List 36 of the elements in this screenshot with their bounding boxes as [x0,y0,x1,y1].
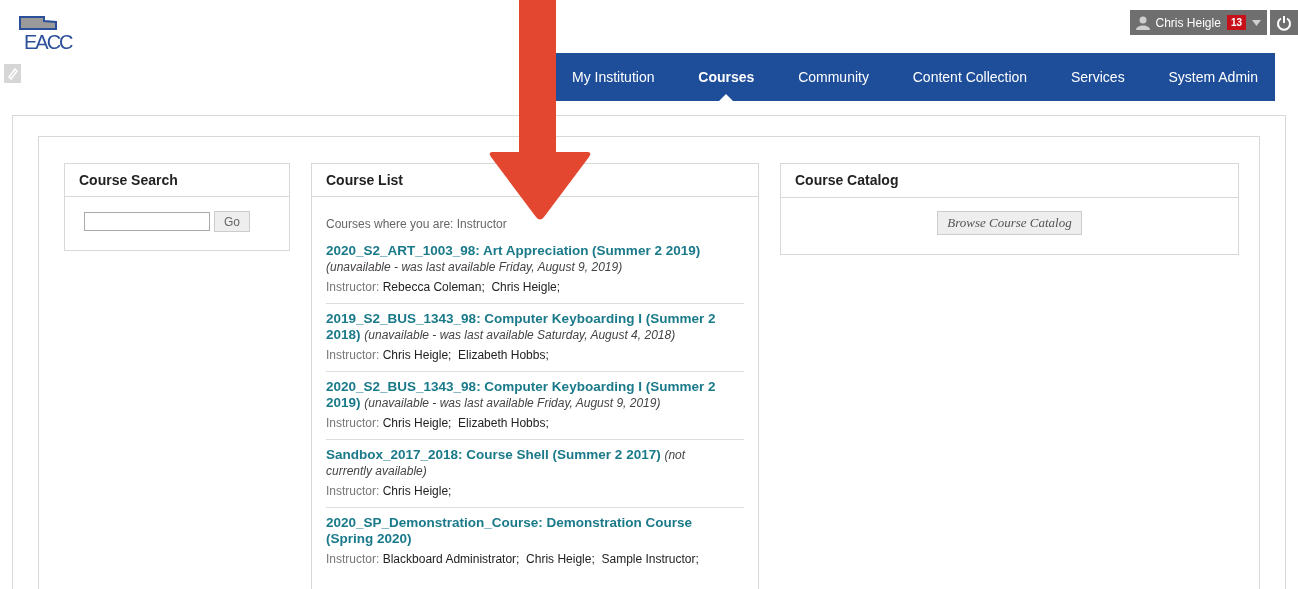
module-title: Course Catalog [781,164,1238,198]
user-name: Chris Heigle [1155,14,1221,32]
user-icon [1135,15,1150,30]
nav-tab[interactable]: Services [1055,53,1140,101]
user-menu[interactable]: Chris Heigle 13 [1129,10,1267,35]
course-link[interactable]: 2020_S2_ART_1003_98: Art Appreciation (Summer 2 2019) (unavailable - was last available Friday, August 9, 2019) [326,243,744,275]
list-intro: Courses where you are: Instructor [326,216,508,233]
course-link[interactable]: Sandbox_2017_2018: Course Shell (Summer 2 2017) (not currently available) [326,447,744,479]
module-title: Course Search [65,164,289,197]
instructor-label: Instructor: [326,484,380,498]
nav-tab[interactable]: Content Collection [897,53,1043,101]
nav-tab[interactable]: Courses [683,53,770,101]
caret-icon [1252,19,1261,26]
logo-text: EACC [24,32,74,52]
search-field[interactable] [84,212,210,231]
instructor-names: Chris Heigle; Elizabeth Hobbs; [382,416,549,430]
instructor-label: Instructor: [326,348,380,362]
go-button[interactable]: Go [214,211,250,232]
nav-tab[interactable]: System Admin [1153,53,1273,101]
course-link[interactable]: 2020_S2_BUS_1343_98: Computer Keyboarding I (Summer 2 2019) (unavailable - was last available Friday, August 9, 2019) [326,379,744,411]
power-icon [1276,14,1292,31]
instructor-names: Rebecca Coleman; Chris Heigle; [382,280,561,294]
nav-tab[interactable]: My Institution [557,53,670,101]
nav-tab[interactable]: Community [783,53,884,101]
instructor-label: Instructor: [326,280,380,294]
map-icon [18,16,58,30]
notification-count: 13 [1226,15,1246,30]
instructor-names: Blackboard Administrator; Chris Heigle; Sample Instructor; [382,552,699,566]
course-link[interactable]: 2020_SP_Demonstration_Course: Demonstration Course (Spring 2020) [326,515,744,547]
browse-catalog-button[interactable]: Browse Course Catalog [937,211,1082,235]
instructor-label: Instructor: [326,552,380,566]
course-link[interactable]: 2019_S2_BUS_1343_98: Computer Keyboarding I (Summer 2 2018) (unavailable - was last available Saturday, August 4, 2018) [326,311,744,343]
power-button[interactable] [1270,10,1298,35]
instructor-label: Instructor: [326,416,380,430]
instructor-names: Chris Heigle; Elizabeth Hobbs; [382,348,549,362]
instructor-names: Chris Heigle; [382,484,452,498]
